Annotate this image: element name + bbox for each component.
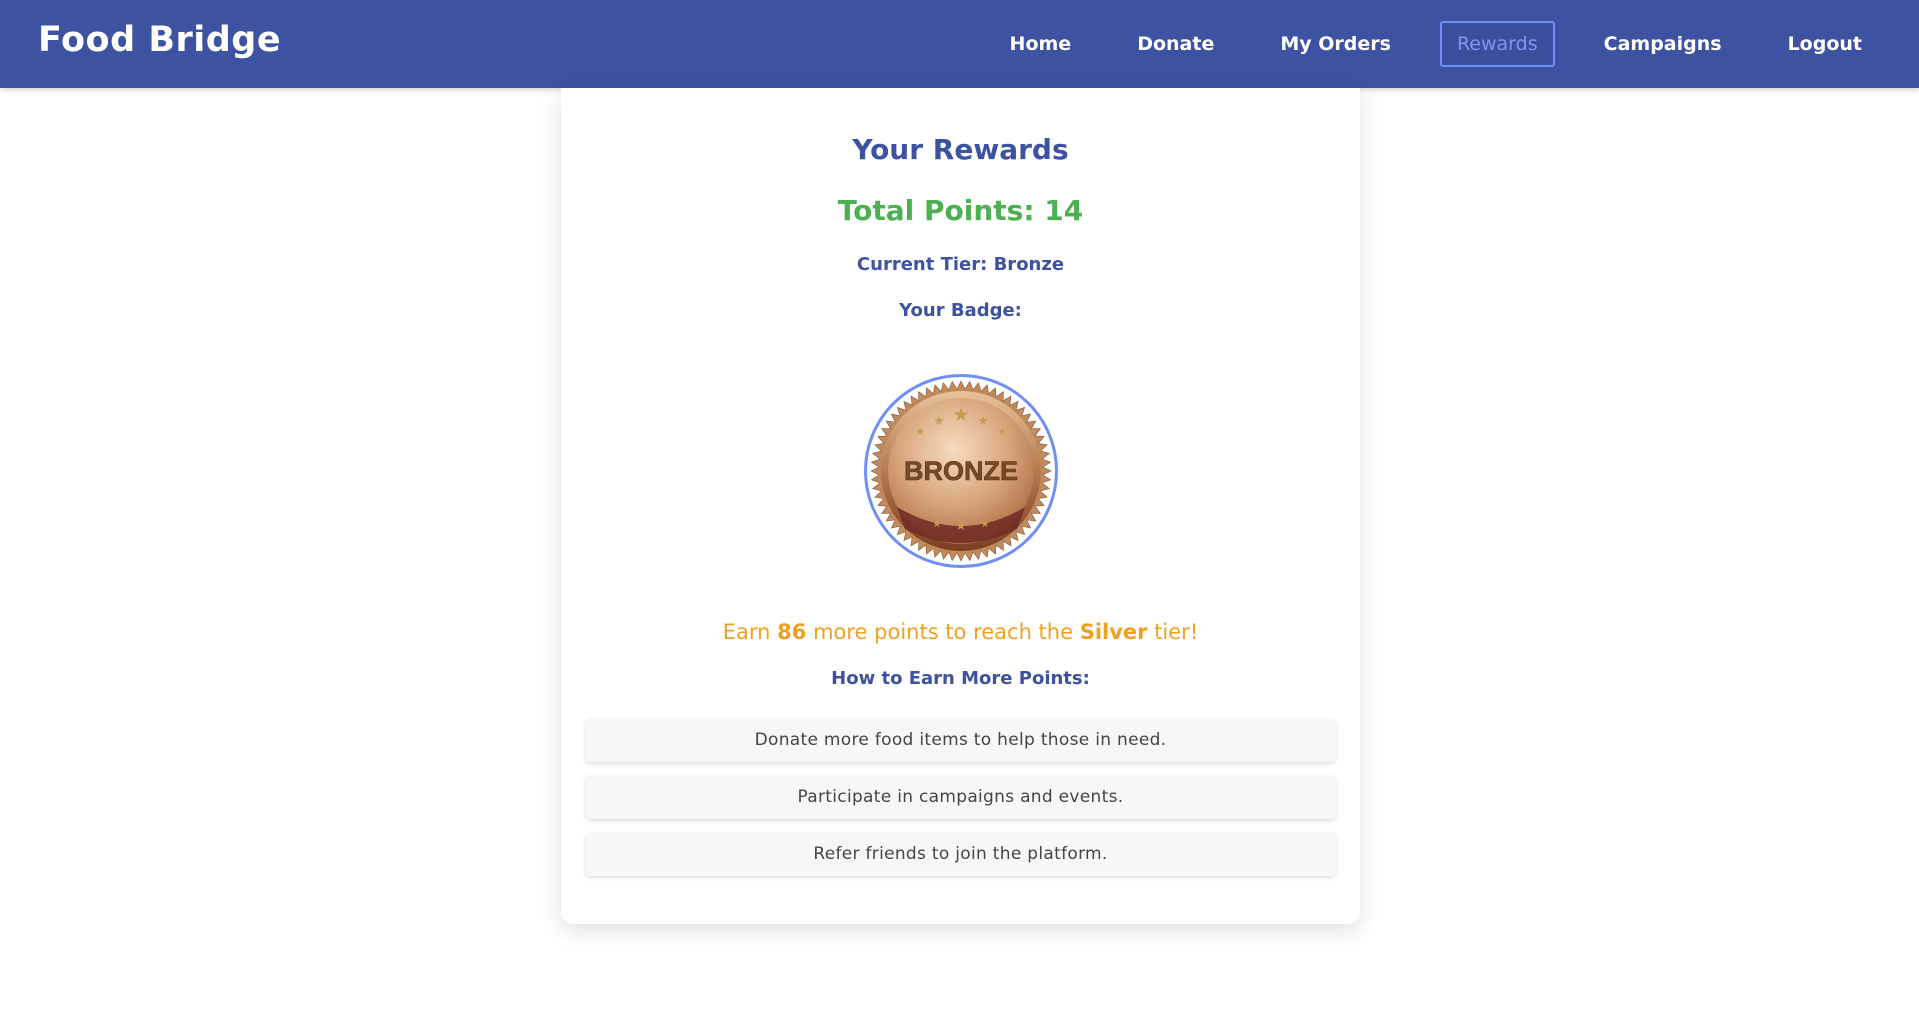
nav-campaigns-link[interactable]: Campaigns [1587,21,1739,67]
page-title: Your Rewards [852,133,1069,166]
list-item: Refer friends to join the platform. [585,832,1336,876]
main-nav: Home Donate My Orders Rewards Campaigns … [961,20,1879,68]
total-points: Total Points: 14 [837,194,1084,227]
next-tier-name: Silver [1079,620,1148,644]
rewards-card: Your Rewards Total Points: 14 Current Ti… [561,88,1360,924]
nav-home-link[interactable]: Home [993,21,1089,67]
current-tier: Current Tier: Bronze [856,254,1065,275]
nav-donate-link[interactable]: Donate [1120,21,1231,67]
points-needed: 86 [777,620,807,644]
list-item: Participate in campaigns and events. [585,775,1336,819]
list-item: Donate more food items to help those in … [585,718,1336,762]
svg-text:★: ★ [915,425,925,438]
nav-rewards-link[interactable]: Rewards [1439,21,1555,67]
earn-prefix: Earn [722,620,778,644]
svg-text:★: ★ [981,519,990,530]
how-to-earn-title: How to Earn More Points: [831,668,1090,689]
brand-logo-text[interactable]: Food Bridge [38,20,281,60]
badge-text: BRONZE [904,456,1018,486]
svg-text:★: ★ [955,519,967,534]
next-tier-message: Earn 86 more points to reach the Silver … [561,620,1360,644]
svg-text:★: ★ [933,414,945,429]
svg-text:★: ★ [933,519,942,530]
svg-text:★: ★ [952,404,969,426]
earn-middle: more points to reach the [806,620,1080,644]
nav-my-orders-link[interactable]: My Orders [1263,21,1408,67]
bronze-medal-icon: ★ ★ ★ ★ ★ ★ ★ ★ BRONZE [868,378,1054,564]
nav-logout-link[interactable]: Logout [1771,21,1879,67]
bronze-badge-image: ★ ★ ★ ★ ★ ★ ★ ★ BRONZE [864,374,1058,568]
top-navbar: Food Bridge Home Donate My Orders Reward… [0,0,1919,88]
earn-tips-list: Donate more food items to help those in … [585,718,1336,889]
earn-suffix: tier! [1147,620,1199,644]
svg-text:★: ★ [977,414,989,429]
svg-text:★: ★ [997,425,1007,438]
badge-label: Your Badge: [899,300,1022,321]
